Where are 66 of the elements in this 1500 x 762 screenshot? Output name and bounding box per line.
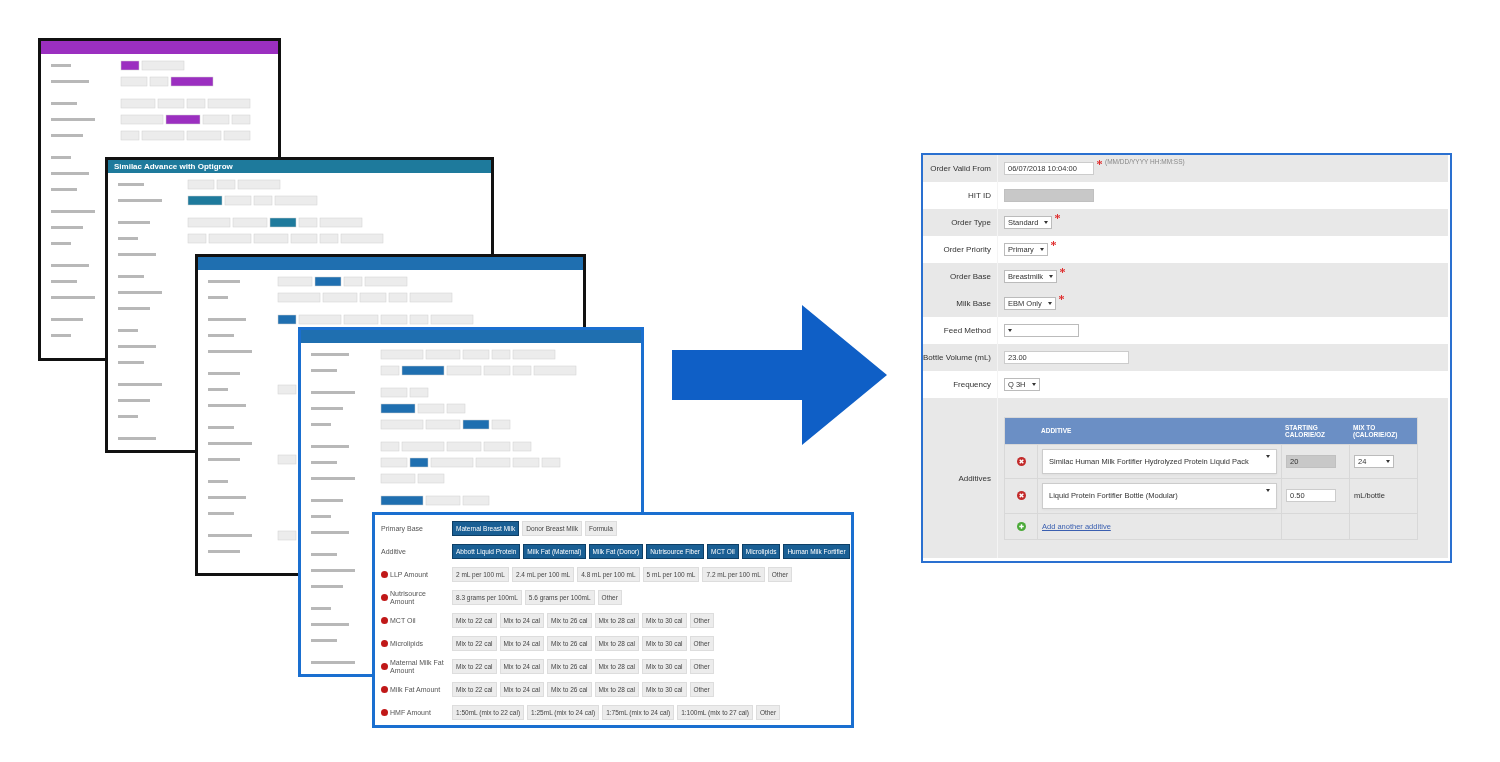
blurred-row-drawing xyxy=(208,512,234,515)
field-label: HIT ID xyxy=(967,191,992,200)
blurred-row-drawing xyxy=(208,426,234,429)
caret-icon xyxy=(1266,489,1270,492)
blurred-row-drawing xyxy=(208,550,240,553)
field-label: Order Priority xyxy=(942,245,992,254)
blurred-row-drawing xyxy=(51,172,89,175)
blurred-row-drawing xyxy=(311,531,349,534)
blurred-row-drawing xyxy=(118,275,144,278)
blurred-row-drawing xyxy=(51,334,71,337)
add-icon[interactable] xyxy=(1016,521,1026,531)
caret-icon xyxy=(1039,248,1044,251)
blurred-row-drawing xyxy=(208,496,246,499)
blurred-row-drawing xyxy=(311,623,349,626)
blurred-row-drawing xyxy=(118,291,162,294)
remove-icon[interactable] xyxy=(1016,456,1026,466)
field-label: Order Base xyxy=(949,272,992,281)
blurred-row-drawing xyxy=(51,226,83,229)
blurred-row-drawing xyxy=(51,264,89,267)
blurred-row-drawing xyxy=(208,334,234,337)
blurred-row-drawing xyxy=(311,607,331,610)
blurred-row-drawing xyxy=(118,399,150,402)
caret-icon xyxy=(1266,454,1270,458)
blurred-row-drawing xyxy=(118,383,162,386)
caret-icon xyxy=(1031,383,1036,386)
blurred-row-drawing xyxy=(311,569,355,572)
blurred-row-drawing xyxy=(208,350,252,353)
blurred-row-drawing xyxy=(51,210,95,213)
blurred-row-drawing xyxy=(311,515,331,518)
blurred-row-drawing xyxy=(118,415,138,418)
arrow-icon xyxy=(672,305,887,445)
blurred-row-drawing xyxy=(51,318,83,321)
blurred-row-drawing xyxy=(311,639,337,642)
blurred-row-drawing xyxy=(208,480,228,483)
field-label: Order Type xyxy=(950,218,992,227)
blurred-row-drawing xyxy=(118,437,156,440)
blurred-row-drawing xyxy=(311,661,355,664)
caret-icon xyxy=(1047,302,1052,305)
blurred-row-drawing xyxy=(118,307,150,310)
blurred-row-drawing xyxy=(208,404,246,407)
caret-icon xyxy=(1044,221,1049,224)
blurred-row-drawing xyxy=(118,345,156,348)
blurred-row-drawing xyxy=(51,156,71,159)
blurred-row-drawing xyxy=(51,296,95,299)
blurred-row-drawing xyxy=(118,329,138,332)
blurred-row-drawing xyxy=(118,361,144,364)
blurred-row-drawing xyxy=(208,442,252,445)
remove-icon[interactable] xyxy=(1016,491,1026,501)
caret-icon xyxy=(1008,329,1012,332)
blurred-row-drawing xyxy=(51,188,77,191)
blurred-row-drawing xyxy=(311,553,337,556)
caret-icon xyxy=(1049,275,1053,278)
field-label: Feed Method xyxy=(942,326,992,335)
field-label: Milk Base xyxy=(955,299,992,308)
field-label: Order Valid From xyxy=(929,164,992,173)
blurred-row-drawing xyxy=(51,280,77,283)
field-label: Additives xyxy=(957,473,992,483)
blurred-row-drawing xyxy=(118,253,156,256)
blurred-row-drawing xyxy=(208,372,240,375)
caret-icon xyxy=(1386,459,1390,463)
blurred-row-drawing xyxy=(311,585,343,588)
blurred-row-drawing xyxy=(51,242,71,245)
window-title: Similac Advance with Optigrow xyxy=(114,162,233,171)
table-header xyxy=(1005,417,1037,444)
field-label: Frequency xyxy=(952,380,992,389)
field-label: Bottle Volume (mL) xyxy=(923,353,993,362)
